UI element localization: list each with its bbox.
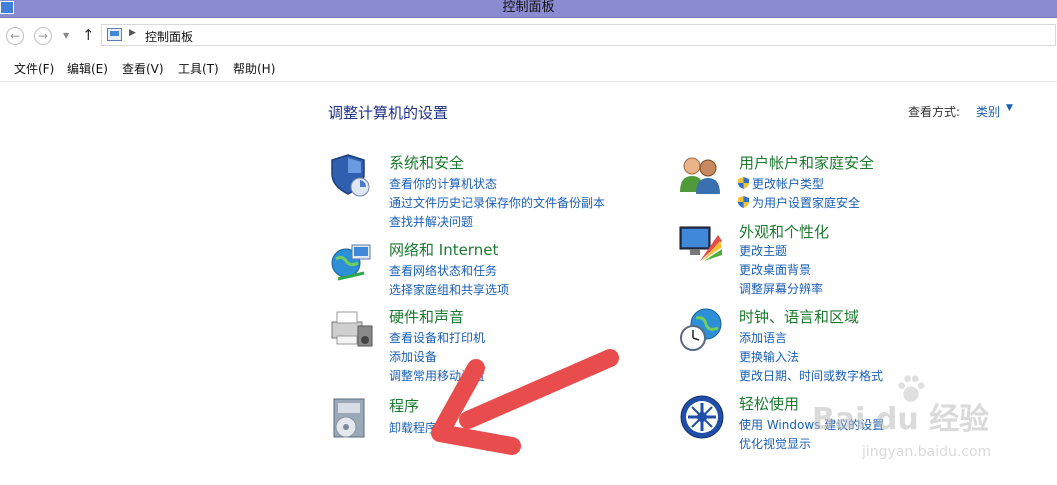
programs-title[interactable]: 程序	[389, 395, 419, 416]
link-add-device[interactable]: 添加设备	[389, 348, 437, 365]
link-network-status[interactable]: 查看网络状态和任务	[389, 262, 497, 279]
monitor-palette-icon[interactable]	[678, 221, 724, 267]
link-troubleshoot[interactable]: 查找并解决问题	[389, 213, 473, 230]
watermark-brand: Bai du 经验	[812, 402, 990, 437]
breadcrumb-control-panel[interactable]: 控制面板	[145, 28, 193, 45]
title-bar: 控制面板	[0, 0, 1057, 18]
link-mobility-settings[interactable]: 调整常用移动设置	[389, 367, 485, 384]
view-by-chevron-down-icon[interactable]: ▼	[1006, 103, 1013, 113]
link-file-history-backup[interactable]: 通过文件历史记录保存你的文件备份副本	[389, 194, 605, 211]
menu-edit[interactable]: 编辑(E)	[67, 60, 108, 77]
link-change-account-type[interactable]: 更改帐户类型	[738, 175, 824, 192]
network-internet-title[interactable]: 网络和 Internet	[389, 239, 498, 260]
link-family-safety[interactable]: 为用户设置家庭安全	[738, 194, 860, 211]
user-accounts-title[interactable]: 用户帐户和家庭安全	[739, 152, 874, 173]
printer-icon[interactable]	[328, 306, 374, 352]
clock-language-region-title[interactable]: 时钟、语言和区域	[739, 306, 859, 327]
control-panel-icon	[107, 28, 122, 41]
globe-clock-icon[interactable]	[678, 306, 724, 352]
uac-shield-icon	[738, 196, 749, 208]
link-desktop-background[interactable]: 更改桌面背景	[739, 261, 811, 278]
view-by-label: 查看方式:	[908, 105, 961, 119]
link-family-safety-label: 为用户设置家庭安全	[752, 196, 861, 210]
system-security-title[interactable]: 系统和安全	[389, 152, 464, 173]
link-homegroup-sharing[interactable]: 选择家庭组和共享选项	[389, 281, 509, 298]
address-bar-row: ← → ▼ ↑ ▶ 控制面板	[0, 18, 1057, 54]
network-globe-icon[interactable]	[328, 239, 374, 285]
link-devices-printers[interactable]: 查看设备和打印机	[389, 329, 485, 346]
watermark-url: jingyan.baidu.com	[862, 444, 992, 460]
ease-of-access-icon[interactable]	[678, 393, 724, 439]
link-change-account-type-label: 更改帐户类型	[752, 177, 825, 191]
view-by-dropdown[interactable]: 类别	[976, 103, 1000, 120]
menu-view[interactable]: 查看(V)	[122, 60, 164, 77]
link-screen-resolution[interactable]: 调整屏幕分辨率	[739, 280, 823, 297]
link-uninstall-program[interactable]: 卸载程序	[389, 419, 437, 436]
recent-locations-chevron-down-icon[interactable]: ▼	[63, 31, 69, 40]
baidu-jingyan-watermark: Bai du 经验 jingyan.baidu.com	[812, 372, 1052, 482]
appearance-title[interactable]: 外观和个性化	[739, 221, 829, 242]
menu-help[interactable]: 帮助(H)	[233, 60, 275, 77]
uac-shield-icon	[738, 177, 749, 189]
programs-disc-icon[interactable]	[328, 395, 374, 441]
hardware-sound-title[interactable]: 硬件和声音	[389, 306, 464, 327]
menu-tools[interactable]: 工具(T)	[178, 60, 219, 77]
link-change-input-method[interactable]: 更换输入法	[739, 348, 799, 365]
link-add-language[interactable]: 添加语言	[739, 329, 787, 346]
menu-file[interactable]: 文件(F)	[14, 60, 54, 77]
up-arrow-icon[interactable]: ↑	[82, 26, 95, 44]
link-change-theme[interactable]: 更改主题	[739, 242, 787, 259]
users-icon[interactable]	[678, 152, 724, 198]
address-box[interactable]: ▶ 控制面板	[101, 24, 1056, 46]
link-optimize-visual-display[interactable]: 优化视觉显示	[739, 435, 811, 452]
ease-of-access-title[interactable]: 轻松使用	[739, 393, 799, 414]
back-icon[interactable]: ←	[6, 27, 24, 45]
shield-icon[interactable]	[328, 152, 374, 198]
link-view-computer-status[interactable]: 查看你的计算机状态	[389, 175, 497, 192]
breadcrumb-separator-icon[interactable]: ▶	[129, 28, 136, 38]
page-title: 调整计算机的设置	[328, 104, 449, 122]
window-title: 控制面板	[502, 0, 555, 15]
menu-bar: 文件(F) 编辑(E) 查看(V) 工具(T) 帮助(H)	[0, 55, 1057, 82]
forward-icon[interactable]: →	[34, 27, 52, 45]
